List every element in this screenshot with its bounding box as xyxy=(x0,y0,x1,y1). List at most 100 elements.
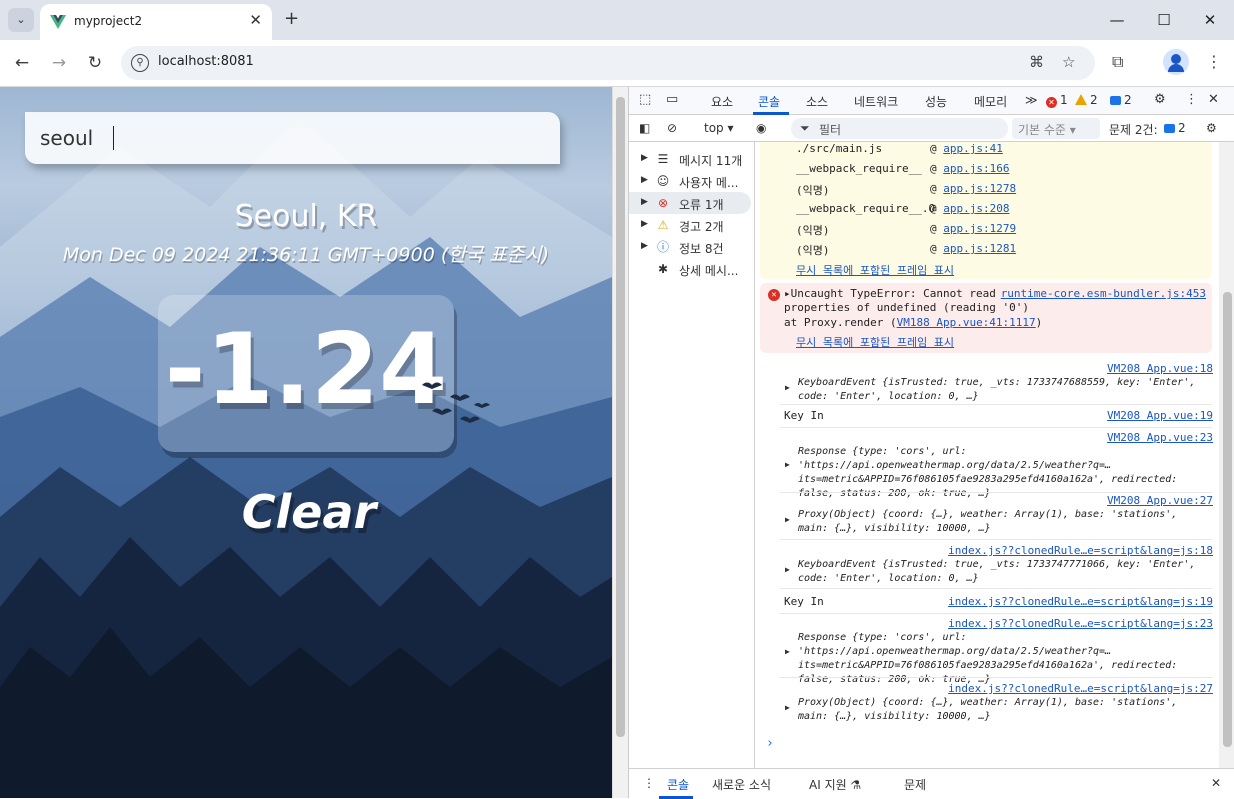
stack-frame-source[interactable]: @ app.js:1279 xyxy=(930,222,1016,235)
log-source-link[interactable]: VM208 App.vue:18 xyxy=(1107,362,1213,375)
response-object[interactable]: Response {type: 'cors', url: 'https://ap… xyxy=(798,631,1198,687)
browser-tab[interactable]: myproject2 ✕ xyxy=(40,4,272,40)
console-prompt[interactable]: › xyxy=(766,736,774,751)
log-source-link[interactable]: VM208 App.vue:23 xyxy=(1107,431,1213,444)
warning-badge[interactable]: 2 xyxy=(1075,93,1098,107)
error-badge[interactable]: ✕ 1 xyxy=(1046,93,1068,108)
weather-app: Seoul, KR Mon Dec 09 2024 21:36:11 GMT+0… xyxy=(0,87,612,798)
current-date: Mon Dec 09 2024 21:36:11 GMT+0900 (한국 표준… xyxy=(62,244,550,266)
log-source-link[interactable]: VM208 App.vue:27 xyxy=(1107,494,1213,507)
keyboard-event-object[interactable]: KeyboardEvent {isTrusted: true, _vts: 17… xyxy=(798,376,1198,404)
live-expression-eye-icon[interactable]: ◉ xyxy=(756,121,766,135)
error-icon: ✕ xyxy=(768,289,780,301)
log-source-link[interactable]: index.js??clonedRule…e=script&lang=js:23 xyxy=(948,617,1213,630)
sidebar-toggle-icon[interactable]: ◧ xyxy=(639,121,650,135)
stack-frame-source[interactable]: @ app.js:41 xyxy=(930,142,1003,155)
drawer-tab-issues[interactable]: 문제 xyxy=(904,776,926,793)
omnibox[interactable]: ⚲ localhost:8081 ⌘ ☆ xyxy=(121,46,1095,80)
drawer-tab-ai-assistance[interactable]: AI 지원 ⚗ xyxy=(809,776,861,793)
expand-arrow-icon[interactable]: ▶ xyxy=(785,460,790,469)
expand-arrow-icon[interactable]: ▶ xyxy=(785,703,790,712)
tab-network[interactable]: 네트워크 xyxy=(854,93,898,110)
show-ignored-frames-link[interactable]: 무시 목록에 포함된 프레임 표시 xyxy=(796,262,954,278)
stack-frame-source[interactable]: @ app.js:1281 xyxy=(930,242,1016,255)
more-tabs-button[interactable]: ≫ xyxy=(1025,93,1038,107)
drawer-menu-icon[interactable]: ⋮ xyxy=(643,776,655,790)
sidebar-item-info[interactable]: ▶ ⓘ 정보 8건 xyxy=(629,236,755,258)
error-source-link[interactable]: runtime-core.esm-bundler.js:453 xyxy=(1001,287,1206,300)
error-icon: ✕ xyxy=(1046,97,1057,108)
error-stack-link[interactable]: VM188 App.vue:41:1117 xyxy=(897,316,1036,329)
inspect-element-icon[interactable]: ⬚ xyxy=(639,92,651,107)
expand-arrow-icon[interactable]: ▶ xyxy=(785,515,790,524)
stack-frame: ./src/main.js xyxy=(796,142,883,155)
stack-frame-source[interactable]: @ app.js:166 xyxy=(930,162,1009,175)
minimize-button[interactable]: — xyxy=(1105,9,1129,33)
issues-label[interactable]: 문제 2건: xyxy=(1109,121,1158,138)
sidebar-item-errors[interactable]: ▶ ⊗ 오류 1개 xyxy=(629,192,751,214)
settings-gear-icon[interactable]: ⚙ xyxy=(1154,92,1166,107)
device-toolbar-icon[interactable]: ▭ xyxy=(666,92,678,107)
tab-search-button[interactable]: ⌄ xyxy=(8,8,34,32)
extensions-icon[interactable]: ⧉ xyxy=(1112,52,1123,72)
drawer-tab-whats-new[interactable]: 새로운 소식 xyxy=(712,776,771,793)
proxy-object[interactable]: Proxy(Object) {coord: {…}, weather: Arra… xyxy=(798,696,1198,724)
message-badge[interactable]: 2 xyxy=(1110,93,1132,107)
issues-count[interactable]: 2 xyxy=(1164,121,1186,135)
url-text[interactable]: localhost:8081 xyxy=(158,54,254,69)
clear-console-icon[interactable]: ⊘ xyxy=(667,121,677,135)
show-ignored-frames-link[interactable]: 무시 목록에 포함된 프레임 표시 xyxy=(796,334,954,350)
devtools-panel: ⬚ ▭ 요소 콘솔 소스 네트워크 성능 메모리 ≫ ✕ 1 2 2 ⚙ ⋮ ✕ … xyxy=(628,87,1234,799)
console-scroll-thumb[interactable] xyxy=(1223,292,1232,747)
error-text-line[interactable]: ▸Uncaught TypeError: Cannot read xyxy=(784,287,996,300)
drawer-tab-console[interactable]: 콘솔 xyxy=(667,776,689,793)
expand-arrow-icon[interactable]: ▶ xyxy=(785,383,790,392)
page-scrollbar[interactable] xyxy=(612,87,628,798)
console-filter-input[interactable]: ⏷ 필터 xyxy=(791,118,1008,139)
tab-sources[interactable]: 소스 xyxy=(806,93,828,110)
tab-performance[interactable]: 성능 xyxy=(925,93,947,110)
forward-arrow-icon[interactable]: → xyxy=(47,51,71,75)
tab-console[interactable]: 콘솔 xyxy=(758,93,780,110)
log-source-link[interactable]: index.js??clonedRule…e=script&lang=js:27 xyxy=(948,682,1213,695)
sidebar-item-user-messages[interactable]: ▶ ☺ 사용자 메... xyxy=(629,170,755,192)
log-source-link[interactable]: index.js??clonedRule…e=script&lang=js:18 xyxy=(948,544,1213,557)
sidebar-item-warnings[interactable]: ▶ ⚠ 경고 2개 xyxy=(629,214,755,236)
site-info-icon[interactable]: ⚲ xyxy=(131,54,149,72)
keyboard-event-object[interactable]: KeyboardEvent {isTrusted: true, _vts: 17… xyxy=(798,558,1198,586)
maximize-button[interactable]: ☐ xyxy=(1152,9,1176,33)
devtools-more-icon[interactable]: ⋮ xyxy=(1185,92,1198,107)
tab-elements[interactable]: 요소 xyxy=(711,93,733,110)
drawer-close-icon[interactable]: ✕ xyxy=(1211,776,1221,790)
profile-avatar[interactable] xyxy=(1163,49,1189,75)
reload-icon[interactable]: ↻ xyxy=(83,51,107,75)
log-level-select[interactable]: 기본 수준 ▾ xyxy=(1012,118,1100,139)
sidebar-item-verbose[interactable]: ✱ 상세 메시... xyxy=(629,258,755,280)
bookmark-star-icon[interactable]: ☆ xyxy=(1062,53,1075,71)
devtools-close-icon[interactable]: ✕ xyxy=(1208,92,1219,107)
log-source-link[interactable]: index.js??clonedRule…e=script&lang=js:19 xyxy=(948,595,1213,608)
city-search-input[interactable] xyxy=(25,112,560,164)
window-close-button[interactable]: ✕ xyxy=(1198,9,1222,33)
warning-icon xyxy=(1075,94,1087,105)
page-scroll-thumb[interactable] xyxy=(616,97,625,737)
stack-frame-source[interactable]: @ app.js:208 xyxy=(930,202,1009,215)
warning-icon: ⚠ xyxy=(657,218,669,232)
stack-frame-source[interactable]: @ app.js:1278 xyxy=(930,182,1016,195)
console-settings-gear-icon[interactable]: ⚙ xyxy=(1206,121,1217,135)
translate-icon[interactable]: ⌘ xyxy=(1029,53,1044,71)
sidebar-item-messages[interactable]: ▶ ☰ 메시지 11개 xyxy=(629,148,755,170)
expand-arrow-icon[interactable]: ▶ xyxy=(785,565,790,574)
log-source-link[interactable]: VM208 App.vue:19 xyxy=(1107,409,1213,422)
devtools-tab-bar: ⬚ ▭ 요소 콘솔 소스 네트워크 성능 메모리 ≫ ✕ 1 2 2 ⚙ ⋮ ✕ xyxy=(629,87,1234,115)
tab-close-button[interactable]: ✕ xyxy=(249,11,262,29)
new-tab-button[interactable]: + xyxy=(284,8,299,29)
tab-memory[interactable]: 메모리 xyxy=(974,93,1007,110)
more-menu-icon[interactable]: ⋮ xyxy=(1206,52,1222,71)
console-scrollbar[interactable] xyxy=(1219,142,1234,768)
context-selector[interactable]: top ▾ xyxy=(704,121,734,135)
city-search-box[interactable] xyxy=(25,112,560,164)
back-arrow-icon[interactable]: ← xyxy=(10,51,34,75)
expand-arrow-icon[interactable]: ▶ xyxy=(785,647,790,656)
proxy-object[interactable]: Proxy(Object) {coord: {…}, weather: Arra… xyxy=(798,508,1198,536)
